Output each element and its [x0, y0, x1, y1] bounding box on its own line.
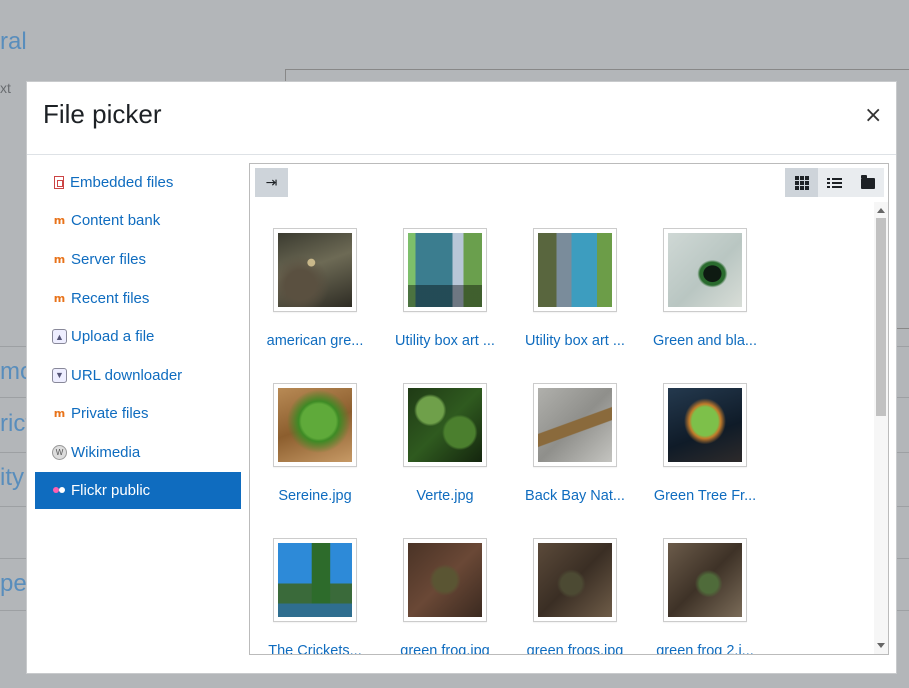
file-name[interactable]: green frog.jpg [380, 643, 510, 654]
repo-label: Wikimedia [71, 443, 141, 461]
scrollbar[interactable] [874, 202, 888, 654]
file-thumbnail[interactable] [273, 538, 357, 622]
file-thumbnail[interactable] [663, 383, 747, 467]
file-name[interactable]: The Crickets... [250, 643, 380, 654]
file-name[interactable]: Green and bla... [640, 333, 770, 349]
flickr-icon [52, 483, 67, 498]
dialog-header: File picker × [27, 82, 896, 155]
file-picker-dialog: File picker × Embedded files m Content b… [26, 81, 897, 674]
background-heading: ral [0, 28, 27, 55]
repo-content-bank[interactable]: m Content bank [35, 202, 241, 241]
close-button[interactable]: × [864, 104, 882, 128]
list-view-button[interactable] [818, 168, 851, 197]
url-download-icon: ▼ [52, 367, 67, 383]
repo-url-downloader[interactable]: ▼ URL downloader [35, 356, 241, 395]
repo-server-files[interactable]: m Server files [35, 240, 241, 279]
file-name[interactable]: green frogs.jpg [510, 643, 640, 654]
repo-upload-file[interactable]: ▲ Upload a file [35, 317, 241, 356]
scroll-thumb[interactable] [876, 218, 886, 416]
file-thumbnail[interactable] [533, 538, 617, 622]
file-thumbnail[interactable] [533, 383, 617, 467]
moodle-cap-icon: m [53, 407, 66, 421]
moodle-cap-icon: m [53, 252, 66, 266]
repo-label: URL downloader [71, 366, 183, 384]
file-thumbnail[interactable] [403, 228, 487, 312]
file-name[interactable]: Utility box art ... [380, 333, 510, 349]
file-name[interactable]: american gre... [250, 333, 380, 349]
upload-icon: ▲ [52, 329, 67, 345]
repo-wikimedia[interactable]: W Wikimedia [35, 433, 241, 472]
repo-recent-files[interactable]: m Recent files [35, 279, 241, 318]
repo-flickr-public[interactable]: Flickr public [35, 471, 241, 509]
repository-list: Embedded files m Content bank m Server f… [35, 163, 241, 509]
repo-label: Content bank [71, 212, 161, 230]
file-thumbnail[interactable] [663, 228, 747, 312]
file-thumbnail[interactable] [273, 228, 357, 312]
file-name[interactable]: Verte.jpg [380, 488, 510, 504]
scroll-up-arrow[interactable] [877, 208, 885, 213]
logout-icon: ⇥ [265, 174, 278, 191]
repo-label: Server files [71, 250, 147, 268]
dialog-title: File picker [43, 99, 162, 129]
repo-label: Recent files [71, 289, 150, 307]
file-grid: american gre... Utility box art ... Util… [250, 202, 874, 654]
background-label: xt [0, 80, 11, 96]
embedded-file-icon [54, 175, 64, 189]
repo-label: Flickr public [71, 481, 151, 499]
repo-label: Embedded files [70, 173, 174, 191]
file-name[interactable]: Green Tree Fr... [640, 488, 770, 504]
moodle-cap-icon: m [53, 214, 66, 228]
file-browser-panel: ⇥ american gre... Utility box art ... Ut… [249, 163, 889, 655]
repo-label: Upload a file [71, 328, 155, 346]
file-thumbnail[interactable] [403, 383, 487, 467]
list-icon [827, 177, 842, 188]
scroll-down-arrow[interactable] [877, 643, 885, 648]
file-name[interactable]: Utility box art ... [510, 333, 640, 349]
file-name[interactable]: green frog 2.j... [640, 643, 770, 654]
logout-button[interactable]: ⇥ [255, 168, 288, 197]
repo-private-files[interactable]: m Private files [35, 395, 241, 434]
file-thumbnail[interactable] [663, 538, 747, 622]
grid-icon [794, 175, 809, 190]
tree-view-button[interactable] [851, 168, 884, 197]
moodle-cap-icon: m [53, 291, 66, 305]
file-toolbar: ⇥ [250, 164, 888, 202]
folder-icon [860, 175, 875, 189]
file-name[interactable]: Back Bay Nat... [510, 488, 640, 504]
repo-embedded-files[interactable]: Embedded files [35, 163, 241, 202]
file-thumbnail[interactable] [533, 228, 617, 312]
file-name[interactable]: Sereine.jpg [250, 488, 380, 504]
view-switcher [785, 168, 884, 197]
wikimedia-icon: W [52, 444, 67, 460]
repo-label: Private files [71, 405, 149, 423]
file-thumbnail[interactable] [273, 383, 357, 467]
icons-view-button[interactable] [785, 168, 818, 197]
file-thumbnail[interactable] [403, 538, 487, 622]
background-section-title: ity [0, 464, 24, 491]
